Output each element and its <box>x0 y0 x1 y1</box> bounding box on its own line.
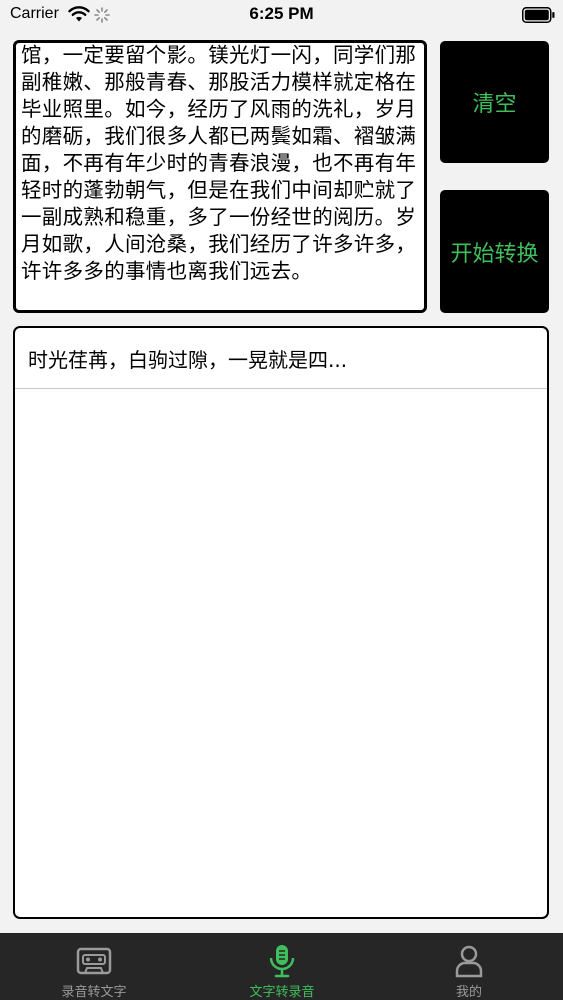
microphone-icon <box>262 941 302 981</box>
person-icon <box>449 941 489 981</box>
battery-icon <box>522 7 555 23</box>
screen: Carrier 6:25 PM 馆，一定要留个影。镁光灯一闪，同学们那副稚嫩、那… <box>0 0 563 1000</box>
start-convert-button-label: 开始转换 <box>450 241 539 267</box>
text-input-area[interactable]: 馆，一定要留个影。镁光灯一闪，同学们那副稚嫩、那般青春、那股活力模样就定格在毕业… <box>13 40 427 313</box>
status-bar: Carrier 6:25 PM <box>0 0 563 30</box>
cassette-icon <box>74 941 114 981</box>
input-text[interactable]: 馆，一定要留个影。镁光灯一闪，同学们那副稚嫩、那般青春、那股活力模样就定格在毕业… <box>16 43 424 285</box>
history-list[interactable]: 时光荏苒，白驹过隙，一晃就是四... <box>13 326 549 919</box>
list-item-text: 时光荏苒，白驹过隙，一晃就是四... <box>28 347 348 372</box>
clear-button[interactable]: 清空 <box>440 41 549 163</box>
clear-button-label: 清空 <box>472 92 517 117</box>
tab-label: 录音转文字 <box>61 985 127 1000</box>
tab-label: 我的 <box>455 985 482 1000</box>
status-time: 6:25 PM <box>249 4 314 23</box>
tab-profile[interactable]: 我的 <box>375 933 563 1000</box>
tab-text-to-speech[interactable]: 文字转录音 <box>188 933 376 1000</box>
tab-bar: 录音转文字 文字转录音 我的 <box>0 933 563 1000</box>
list-item[interactable]: 时光荏苒，白驹过隙，一晃就是四... <box>15 328 547 389</box>
start-convert-button[interactable]: 开始转换 <box>440 190 549 313</box>
tab-label: 文字转录音 <box>249 985 315 1000</box>
tab-speech-to-text[interactable]: 录音转文字 <box>0 933 188 1000</box>
